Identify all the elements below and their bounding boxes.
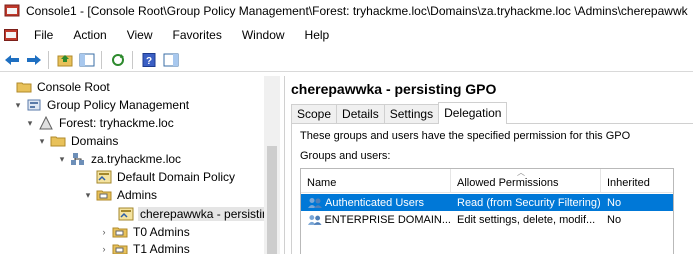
groups-and-users-label: Groups and users: xyxy=(300,150,391,162)
menu-bar: File Action View Favorites Window Help xyxy=(0,24,693,46)
chevron-down-icon[interactable]: ▾ xyxy=(24,118,36,129)
list-header: Name ︿ Allowed Permissions Inherited xyxy=(301,168,673,193)
action-pane-icon[interactable] xyxy=(161,50,181,70)
mmc-console-icon xyxy=(4,4,20,17)
toolbar-separator xyxy=(101,50,102,69)
refresh-icon[interactable] xyxy=(108,50,128,70)
permissions-list: Name ︿ Allowed Permissions Inherited Aut… xyxy=(300,168,674,254)
sort-ascending-icon: ︿ xyxy=(517,168,525,177)
menu-action[interactable]: Action xyxy=(63,24,116,46)
tree-item-label: Default Domain Policy xyxy=(117,170,236,184)
row-name: ENTERPRISE DOMAIN... xyxy=(324,213,451,226)
user-group-icon xyxy=(307,214,322,225)
show-hide-tree-icon[interactable] xyxy=(77,50,97,70)
tree-item-label: cherepawwka - persistin xyxy=(138,207,271,221)
tree-item-label: T1 Admins xyxy=(133,242,190,254)
delegation-panel: These groups and users have the specifie… xyxy=(291,123,693,254)
gpo-link-icon xyxy=(118,207,134,221)
tree-item-cherepawwka-gpo[interactable]: cherepawwka - persistin xyxy=(104,205,271,223)
tree-item-label: T0 Admins xyxy=(133,225,190,239)
delegation-description: These groups and users have the specifie… xyxy=(300,130,631,142)
chevron-down-icon[interactable]: ▾ xyxy=(82,190,94,201)
tree-item-label: Domains xyxy=(71,134,119,148)
row-permissions: Edit settings, delete, modif... xyxy=(457,213,596,226)
column-header-label: Name xyxy=(307,177,337,189)
table-row[interactable]: ENTERPRISE DOMAIN... Edit settings, dele… xyxy=(301,211,673,228)
chevron-right-icon[interactable]: › xyxy=(98,244,110,254)
folder-icon xyxy=(50,136,66,147)
tree-item-label: za.tryhackme.loc xyxy=(91,152,182,166)
gpm-icon xyxy=(27,99,41,111)
forward-icon[interactable] xyxy=(24,50,44,70)
ou-icon xyxy=(112,244,128,254)
gpo-link-icon xyxy=(96,170,112,184)
menu-file[interactable]: File xyxy=(24,24,63,46)
tree-item-default-domain-policy[interactable]: Default Domain Policy xyxy=(82,168,236,186)
column-header-label: Inherited xyxy=(607,177,650,189)
page-title: cherepawwka - persisting GPO xyxy=(291,81,497,97)
chevron-down-icon[interactable]: ▾ xyxy=(36,136,48,147)
column-header-inherited[interactable]: Inherited xyxy=(601,169,673,193)
chevron-down-icon[interactable]: ▾ xyxy=(56,154,68,165)
title-bar: Console1 - [Console Root\Group Policy Ma… xyxy=(0,0,693,22)
tree-item-label: Group Policy Management xyxy=(47,98,190,112)
ou-icon xyxy=(112,227,128,238)
tree-item-label: Admins xyxy=(117,188,158,202)
tree-item-admins[interactable]: ▾ Admins xyxy=(82,186,158,204)
tab-delegation[interactable]: Delegation xyxy=(438,102,508,124)
user-group-icon xyxy=(308,197,322,208)
scrollbar-thumb[interactable] xyxy=(267,146,277,254)
menu-window[interactable]: Window xyxy=(232,24,295,46)
tree-item-forest[interactable]: ▾ Forest: tryhackme.loc xyxy=(24,114,175,132)
row-name: Authenticated Users xyxy=(325,196,425,209)
help-icon[interactable]: ? xyxy=(139,50,159,70)
chevron-down-icon[interactable]: ▾ xyxy=(12,100,24,111)
tree-scrollbar[interactable] xyxy=(264,76,280,254)
tree-item-label: Console Root xyxy=(37,80,110,94)
tab-details[interactable]: Details xyxy=(336,104,385,124)
tab-settings[interactable]: Settings xyxy=(383,104,440,124)
folder-icon xyxy=(16,82,32,93)
tree-item-label: Forest: tryhackme.loc xyxy=(59,116,174,130)
tree-item-t1-admins[interactable]: › T1 Admins xyxy=(98,240,191,254)
ou-icon xyxy=(96,190,112,201)
row-permissions: Read (from Security Filtering) xyxy=(457,196,601,209)
row-inherited: No xyxy=(607,196,622,209)
column-header-name[interactable]: Name xyxy=(301,169,451,193)
domain-icon xyxy=(71,153,84,165)
tree-item-domains[interactable]: ▾ Domains xyxy=(36,132,119,150)
forest-icon xyxy=(39,116,53,130)
toolbar-separator xyxy=(48,50,49,69)
back-icon[interactable] xyxy=(2,50,22,70)
tree-item-group-policy-management[interactable]: ▾ Group Policy Management xyxy=(12,96,190,114)
menu-view[interactable]: View xyxy=(117,24,163,46)
tab-scope[interactable]: Scope xyxy=(291,104,338,124)
window-title: Console1 - [Console Root\Group Policy Ma… xyxy=(26,4,688,18)
menu-help[interactable]: Help xyxy=(295,24,340,46)
menu-favorites[interactable]: Favorites xyxy=(163,24,232,46)
system-menu-icon[interactable] xyxy=(4,29,18,41)
console-tree: Console Root ▾ Group Policy Management ▾… xyxy=(0,76,279,254)
svg-text:?: ? xyxy=(146,56,152,67)
column-header-allowed-permissions[interactable]: ︿ Allowed Permissions xyxy=(451,168,601,193)
tree-item-domain[interactable]: ▾ za.tryhackme.loc xyxy=(56,150,182,168)
table-row[interactable]: Authenticated Users Read (from Security … xyxy=(301,194,673,211)
up-folder-icon[interactable] xyxy=(55,50,75,70)
tab-strip: Scope Details Settings Delegation xyxy=(291,102,508,124)
tree-item-t0-admins[interactable]: › T0 Admins xyxy=(98,223,191,241)
tree-item-console-root[interactable]: Console Root xyxy=(2,78,111,96)
details-pane: cherepawwka - persisting GPO Scope Detai… xyxy=(284,76,693,254)
chevron-right-icon[interactable]: › xyxy=(98,227,110,237)
toolbar: ? xyxy=(0,48,693,72)
toolbar-separator xyxy=(132,50,133,69)
row-inherited: No xyxy=(607,213,622,226)
column-header-label: Allowed Permissions xyxy=(457,177,559,189)
